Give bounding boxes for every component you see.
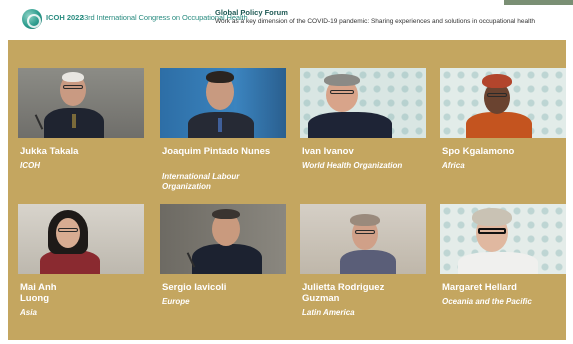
participant-name: Mai Anh Luong (20, 282, 57, 304)
video-feed (300, 68, 426, 138)
participant-name: Sergio Iavicoli (162, 282, 227, 293)
icoh-logo-icon (22, 9, 42, 29)
participant-org: Latin America (302, 308, 355, 317)
forum-title: Global Policy Forum (215, 8, 288, 17)
video-feed (160, 204, 286, 274)
participant-org: World Health Organization (302, 161, 403, 170)
participant-org: Africa (442, 161, 465, 170)
participant-name: Joaquim Pintado Nunes (162, 146, 271, 157)
participant-org: Europe (162, 297, 190, 306)
video-gallery: Jukka Takala ICOH Joaquim Pintado Nunes … (8, 40, 566, 340)
participant-name: Margaret Hellard (442, 282, 517, 293)
logo-acronym: ICOH 2022 (46, 13, 84, 22)
participant-org: Asia (20, 308, 37, 317)
video-feed (440, 204, 566, 274)
participant-name: Julietta Rodriguez Guzman (302, 282, 385, 304)
participant-name: Spo Kgalamono (442, 146, 515, 157)
participant-org: ICOH (20, 161, 40, 170)
participant-name: Jukka Takala (20, 146, 79, 157)
corner-thumbnail (504, 0, 573, 5)
video-feed (18, 204, 144, 274)
header-bar: ICOH 2022 33rd International Congress on… (0, 0, 573, 36)
video-feed (440, 68, 566, 138)
video-feed (300, 204, 426, 274)
forum-subtitle: Work as a key dimension of the COVID-19 … (215, 18, 536, 25)
video-feed (18, 68, 144, 138)
participant-name: Ivan Ivanov (302, 146, 354, 157)
participant-org: Oceania and the Pacific (442, 297, 532, 306)
participant-org: International Labour Organization (162, 172, 240, 191)
video-feed (160, 68, 286, 138)
